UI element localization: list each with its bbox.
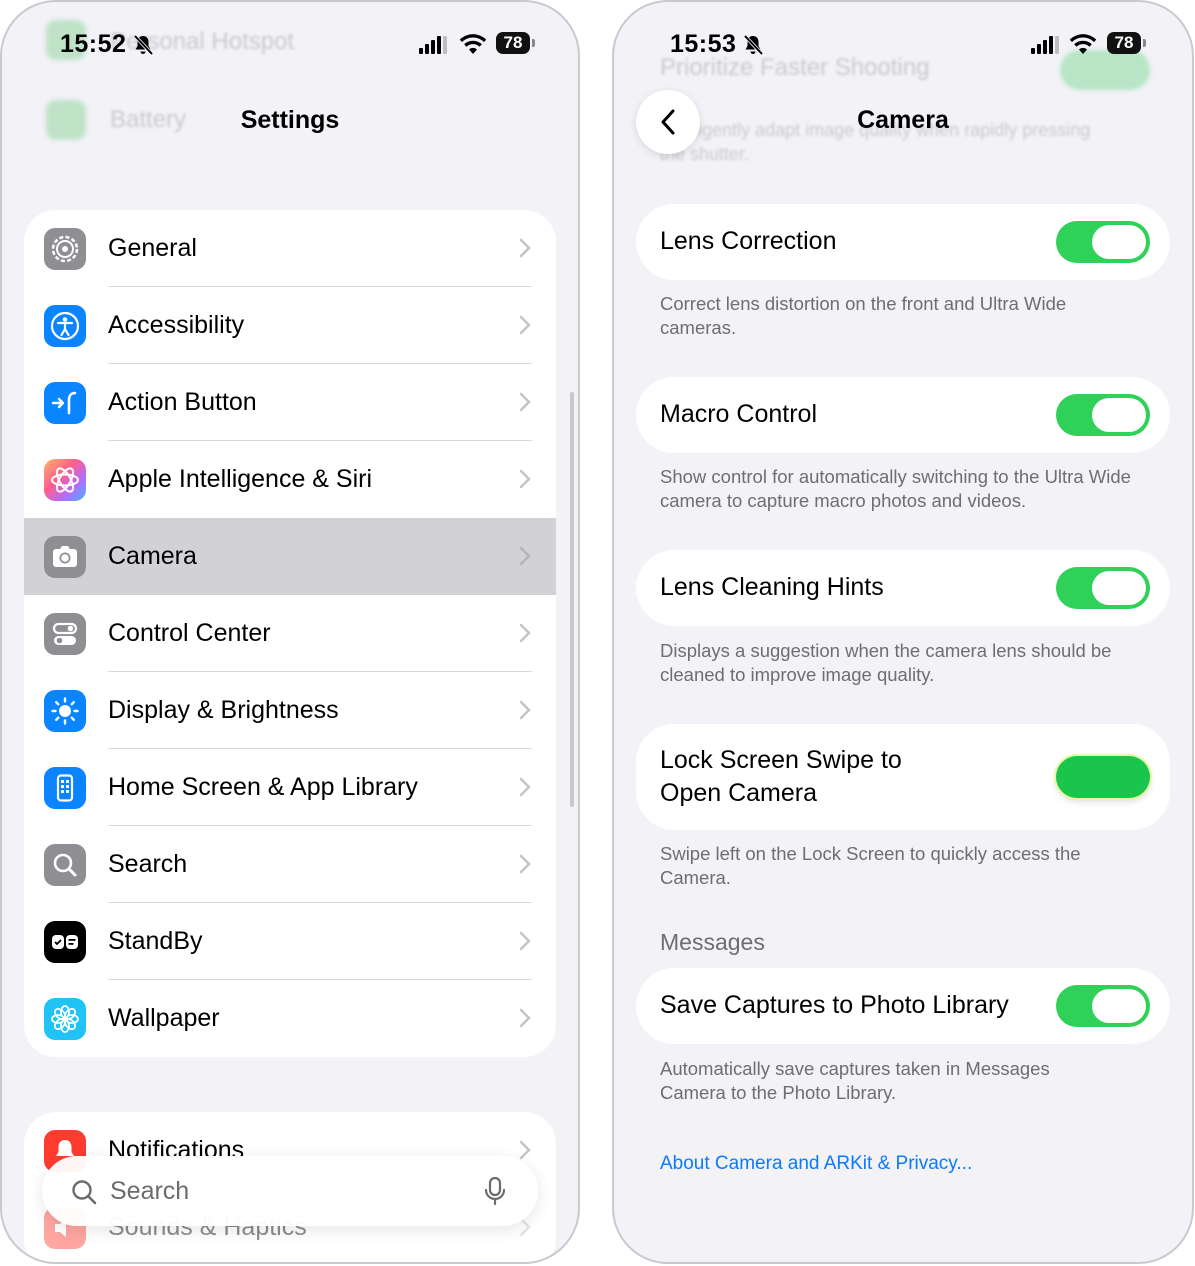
settings-row-label: Control Center xyxy=(108,619,271,647)
settings-row-display-brightness[interactable]: Display & Brightness xyxy=(24,672,556,749)
status-time: 15:52 xyxy=(60,30,127,58)
setting-title: Macro Control xyxy=(660,400,817,428)
setting-lens-cleaning-hints: Lens Cleaning Hints xyxy=(636,550,1170,626)
flower-icon xyxy=(44,998,86,1040)
battery-indicator: 78 xyxy=(496,32,535,54)
setting-macro-control: Macro Control xyxy=(636,377,1170,453)
gear-icon xyxy=(44,228,86,270)
cellular-signal-icon xyxy=(419,36,447,54)
settings-row-label: Home Screen & App Library xyxy=(108,773,418,801)
settings-row-label: Action Button xyxy=(108,388,257,416)
settings-row-accessibility[interactable]: Accessibility xyxy=(24,287,556,364)
settings-row-label: Camera xyxy=(108,542,197,570)
microphone-icon[interactable] xyxy=(484,1176,506,1206)
status-time: 15:53 xyxy=(670,30,737,58)
chevron-right-icon xyxy=(519,315,531,335)
action-button-icon xyxy=(44,382,86,424)
settings-row-apple-intelligence-siri[interactable]: Apple Intelligence & Siri xyxy=(24,441,556,518)
privacy-link[interactable]: About Camera and ARKit & Privacy... xyxy=(660,1153,972,1175)
lens-cleaning-hints-toggle[interactable] xyxy=(1056,567,1150,609)
battery-indicator: 78 xyxy=(1107,32,1146,54)
setting-title: Lens Cleaning Hints xyxy=(660,573,884,601)
settings-row-home-screen[interactable]: Home Screen & App Library xyxy=(24,749,556,826)
chevron-right-icon xyxy=(519,931,531,951)
search-icon xyxy=(72,1180,97,1205)
chevron-left-icon xyxy=(661,109,675,135)
settings-row-wallpaper[interactable]: Wallpaper xyxy=(24,980,556,1057)
setting-note: Displays a suggestion when the camera le… xyxy=(660,640,1112,685)
search-bar[interactable]: Search xyxy=(42,1156,538,1226)
wifi-icon xyxy=(460,34,486,54)
toggle-knob xyxy=(1092,571,1146,605)
section-header-messages: Messages xyxy=(660,929,765,955)
cellular-signal-icon xyxy=(1031,36,1059,54)
lens-correction-toggle[interactable] xyxy=(1056,221,1150,263)
save-captures-toggle[interactable] xyxy=(1056,985,1150,1027)
settings-row-label: Apple Intelligence & Siri xyxy=(108,465,373,493)
chevron-right-icon xyxy=(519,1008,531,1028)
setting-lock-screen-swipe: Lock Screen Swipe to Open Camera xyxy=(636,724,1170,830)
chevron-right-icon xyxy=(519,1140,531,1160)
search-input[interactable]: Search xyxy=(110,1156,189,1226)
toggle-knob xyxy=(1092,225,1146,259)
control-center-icon xyxy=(44,613,86,655)
settings-row-label: Search xyxy=(108,850,188,878)
settings-row-control-center[interactable]: Control Center xyxy=(24,595,556,672)
silent-bell-icon xyxy=(133,34,154,56)
settings-row-label: Wallpaper xyxy=(108,1004,220,1032)
siri-icon xyxy=(44,459,86,501)
setting-title: Lens Correction xyxy=(660,227,837,255)
chevron-right-icon xyxy=(519,546,531,566)
page-title: Camera xyxy=(857,106,949,134)
settings-row-standby[interactable]: StandBy xyxy=(24,903,556,980)
setting-title: Lock Screen Swipe to Open Camera xyxy=(660,746,902,807)
accessibility-icon xyxy=(44,305,86,347)
settings-row-label: StandBy xyxy=(108,927,203,955)
setting-save-captures: Save Captures to Photo Library xyxy=(636,968,1170,1044)
lock-screen-swipe-toggle[interactable] xyxy=(1056,756,1150,798)
macro-control-toggle[interactable] xyxy=(1056,394,1150,436)
chevron-right-icon xyxy=(519,392,531,412)
settings-screen: Personal Hotspot Battery 15:52 78 Settin… xyxy=(0,0,580,1264)
settings-row-camera[interactable]: Camera xyxy=(24,518,556,595)
sun-icon xyxy=(44,690,86,732)
status-bar: 15:53 78 xyxy=(614,28,1192,64)
setting-note: Automatically save captures taken in Mes… xyxy=(660,1058,1050,1103)
silent-bell-icon xyxy=(743,34,764,56)
chevron-right-icon xyxy=(519,777,531,797)
settings-group-main: General Accessibility Action Button Appl… xyxy=(24,210,556,1057)
setting-note: Swipe left on the Lock Screen to quickly… xyxy=(660,843,1081,888)
settings-row-label: General xyxy=(108,234,197,262)
settings-row-search[interactable]: Search xyxy=(24,826,556,903)
setting-note: Show control for automatically switching… xyxy=(660,466,1131,511)
settings-row-action-button[interactable]: Action Button xyxy=(24,364,556,441)
chevron-right-icon xyxy=(519,623,531,643)
chevron-right-icon xyxy=(519,469,531,489)
search-icon xyxy=(44,844,86,886)
page-title: Settings xyxy=(240,106,340,134)
settings-row-general[interactable]: General xyxy=(24,210,556,287)
camera-icon xyxy=(44,536,86,578)
settings-row-label: Accessibility xyxy=(108,311,245,339)
setting-lens-correction: Lens Correction xyxy=(636,204,1170,280)
home-screen-icon xyxy=(44,767,86,809)
chevron-right-icon xyxy=(519,700,531,720)
standby-icon xyxy=(44,921,86,963)
chevron-right-icon xyxy=(519,854,531,874)
back-button[interactable] xyxy=(636,90,700,154)
chevron-right-icon xyxy=(519,238,531,258)
toggle-knob xyxy=(1092,989,1146,1023)
setting-title: Save Captures to Photo Library xyxy=(660,991,1009,1019)
status-bar: 15:52 78 xyxy=(2,28,578,64)
camera-settings-screen: Prioritize Faster Shooting Intelligently… xyxy=(612,0,1194,1264)
scrollbar[interactable] xyxy=(570,392,574,807)
toggle-knob xyxy=(1092,398,1146,432)
setting-note: Correct lens distortion on the front and… xyxy=(660,293,1067,338)
wifi-icon xyxy=(1070,34,1096,54)
settings-row-label: Display & Brightness xyxy=(108,696,339,724)
